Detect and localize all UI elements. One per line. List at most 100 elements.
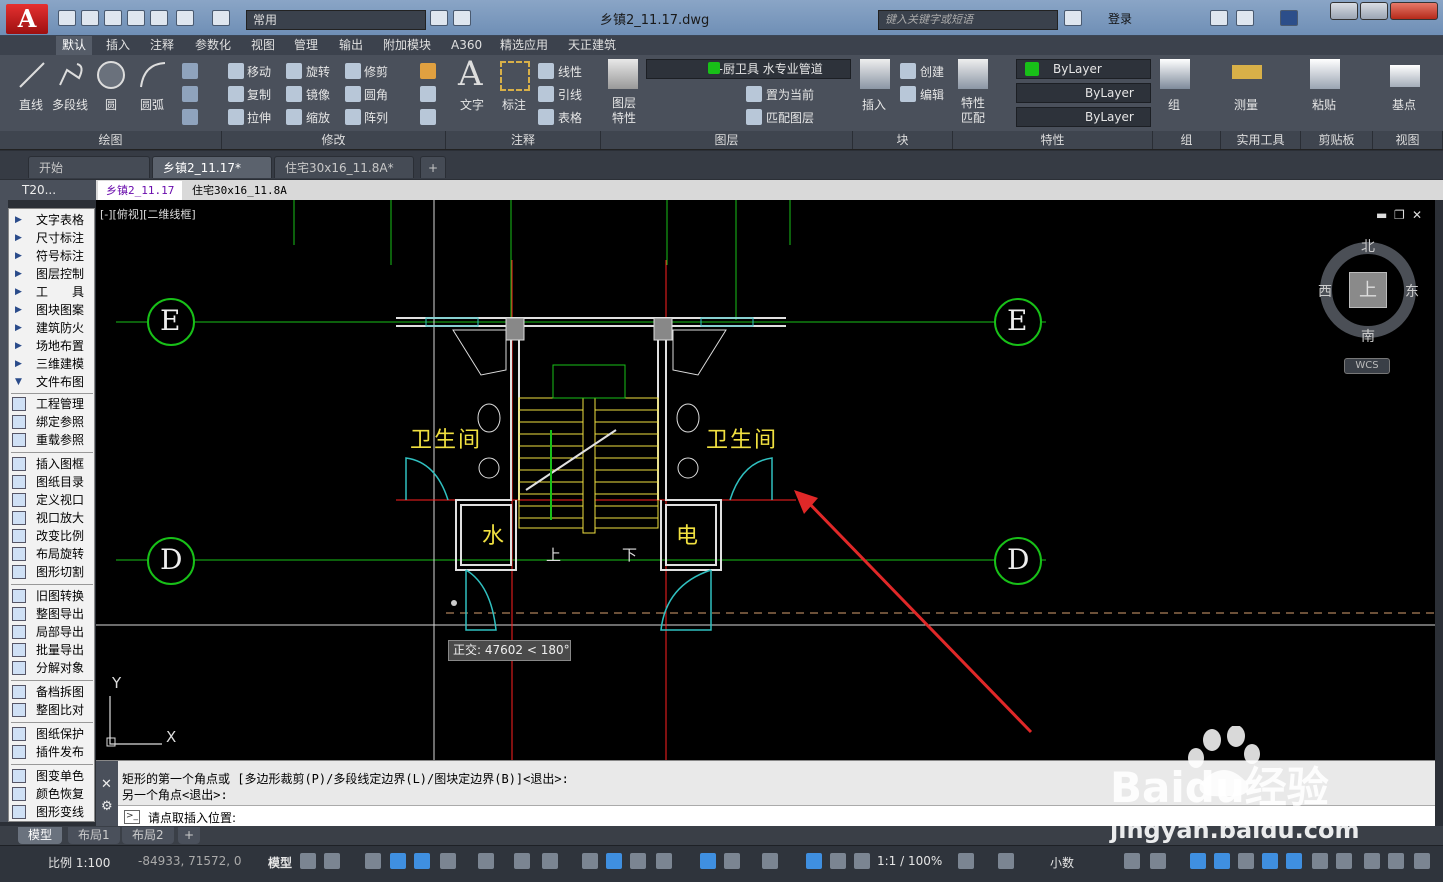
- stretch-icon[interactable]: [228, 109, 244, 125]
- viewport-close-icon[interactable]: ✕: [1412, 208, 1422, 222]
- palette-item[interactable]: 插入图框: [9, 455, 95, 473]
- custom-status-icon[interactable]: [1286, 853, 1302, 869]
- match-properties-icon[interactable]: [958, 59, 988, 89]
- grid-icon[interactable]: [300, 853, 316, 869]
- tab-document-2[interactable]: 住宅30x16_11.8A*: [274, 156, 414, 178]
- clean-screen-icon[interactable]: [1238, 853, 1254, 869]
- dimension-tool[interactable]: 标注: [502, 96, 526, 113]
- workspace-select[interactable]: 常用: [246, 10, 426, 30]
- mirror-tool[interactable]: 镜像: [306, 86, 330, 103]
- tab-view[interactable]: 视图: [245, 36, 281, 55]
- edit-block-icon[interactable]: [900, 86, 916, 102]
- infer-icon[interactable]: [365, 853, 381, 869]
- auto-scale-icon[interactable]: [830, 853, 846, 869]
- layer-select[interactable]: 0-厨卫具 水专业管道: [646, 59, 851, 79]
- palette-item[interactable]: 整图比对: [9, 701, 95, 719]
- osnap-tracking-icon[interactable]: [514, 853, 530, 869]
- base-view-icon[interactable]: [1390, 65, 1420, 87]
- palette-item[interactable]: 改变比例: [9, 527, 95, 545]
- palette-item[interactable]: 批量导出: [9, 641, 95, 659]
- rotate-icon[interactable]: [286, 63, 302, 79]
- edit-block-tool[interactable]: 编辑: [920, 86, 944, 103]
- group-tool[interactable]: 组: [1168, 96, 1180, 113]
- lineweight-icon[interactable]: [582, 853, 598, 869]
- insert-block-icon[interactable]: [860, 59, 890, 89]
- annotation-visibility-icon[interactable]: [806, 853, 822, 869]
- cursor-coordinates[interactable]: -84933, 71572, 0: [138, 854, 242, 868]
- linetype-select[interactable]: ByLayer: [1016, 83, 1151, 103]
- workspace-switch-icon[interactable]: [958, 853, 974, 869]
- app-logo-button[interactable]: A: [6, 4, 48, 34]
- tab-featured-apps[interactable]: 精选应用: [494, 36, 554, 55]
- lineweight-select[interactable]: ByLayer: [1016, 107, 1151, 127]
- draw-panel-footer[interactable]: 绘图: [0, 131, 222, 149]
- graphics-perf-icon[interactable]: [1262, 853, 1278, 869]
- layer-properties-icon[interactable]: [608, 59, 638, 89]
- wcs-menu[interactable]: WCS: [1344, 358, 1390, 374]
- model-space-toggle[interactable]: 模型: [268, 854, 292, 871]
- annotation-panel-footer[interactable]: 注释: [446, 131, 601, 149]
- explode-icon[interactable]: [420, 86, 436, 102]
- rectangle-icon[interactable]: [182, 63, 198, 79]
- plot-icon[interactable]: [453, 10, 471, 26]
- close-button[interactable]: [1390, 2, 1438, 20]
- modify-panel-footer[interactable]: 修改: [222, 131, 446, 149]
- base-view-tool[interactable]: 基点: [1392, 96, 1416, 113]
- dimension-icon[interactable]: [500, 61, 530, 91]
- new-icon[interactable]: [58, 10, 76, 26]
- 3d-osnap-icon[interactable]: [656, 853, 672, 869]
- palette-item[interactable]: 颜色恢复: [9, 785, 95, 803]
- palette-item[interactable]: 重载参照: [9, 431, 95, 449]
- line-icon[interactable]: [17, 60, 47, 90]
- table-icon[interactable]: [538, 109, 554, 125]
- line-tool[interactable]: 直线: [19, 96, 43, 113]
- rotate-tool[interactable]: 旋转: [306, 63, 330, 80]
- region-icon[interactable]: [182, 109, 198, 125]
- make-current-tool[interactable]: 置为当前: [766, 86, 814, 103]
- make-current-icon[interactable]: [746, 86, 762, 102]
- undo-icon[interactable]: [176, 10, 194, 26]
- palette-group[interactable]: ▶ 符号标注: [9, 247, 95, 265]
- palette-group[interactable]: ▶ 图块图案: [9, 301, 95, 319]
- move-tool[interactable]: 移动: [247, 63, 271, 80]
- palette-item[interactable]: 图形变线: [9, 803, 95, 821]
- annotation-monitor-icon[interactable]: [998, 853, 1014, 869]
- copy-tool[interactable]: 复制: [247, 86, 271, 103]
- customize-menu-icon[interactable]: [1312, 853, 1328, 869]
- new-tab-button[interactable]: +: [420, 156, 446, 178]
- isodraft-icon[interactable]: [478, 853, 494, 869]
- save-icon[interactable]: [104, 10, 122, 26]
- tab-insert[interactable]: 插入: [100, 36, 136, 55]
- osnap-icon[interactable]: [542, 853, 558, 869]
- properties-panel-footer[interactable]: 特性: [953, 131, 1153, 149]
- create-block-tool[interactable]: 创建: [920, 63, 944, 80]
- snap-icon[interactable]: [324, 853, 340, 869]
- search-input[interactable]: 键入关键字或短语: [878, 10, 1058, 30]
- hardware-acceleration-icon[interactable]: [1214, 853, 1230, 869]
- maximize-button[interactable]: [1360, 2, 1388, 20]
- compass-east[interactable]: 东: [1405, 281, 1419, 301]
- scale-icon[interactable]: [286, 109, 302, 125]
- utilities-panel-footer[interactable]: 实用工具: [1221, 131, 1301, 149]
- viewport-minimize-icon[interactable]: ▬: [1376, 208, 1387, 222]
- group-icon[interactable]: [1160, 59, 1190, 89]
- palette-item[interactable]: 图形切割: [9, 563, 95, 581]
- compass-west[interactable]: 西: [1318, 281, 1332, 301]
- palette-item[interactable]: 绑定参照: [9, 413, 95, 431]
- tab-manage[interactable]: 管理: [288, 36, 324, 55]
- palette-group[interactable]: ▶ 图层控制: [9, 265, 95, 283]
- tab-layout-1[interactable]: 布局1: [68, 827, 120, 844]
- compass-north[interactable]: 北: [1361, 236, 1375, 256]
- compass-south[interactable]: 南: [1361, 326, 1375, 346]
- minimize-button[interactable]: [1330, 2, 1358, 20]
- palette-item[interactable]: 局部导出: [9, 623, 95, 641]
- match-layer-icon[interactable]: [746, 109, 762, 125]
- palette-item[interactable]: 工程管理: [9, 395, 95, 413]
- paste-tool[interactable]: 粘贴: [1312, 96, 1336, 113]
- text-icon[interactable]: A: [458, 57, 488, 91]
- palette-item[interactable]: 定义视口: [9, 491, 95, 509]
- measure-tool[interactable]: 测量: [1234, 96, 1258, 113]
- palette-item[interactable]: 图纸目录: [9, 473, 95, 491]
- table-tool[interactable]: 表格: [558, 109, 582, 126]
- circle-icon[interactable]: [96, 60, 126, 90]
